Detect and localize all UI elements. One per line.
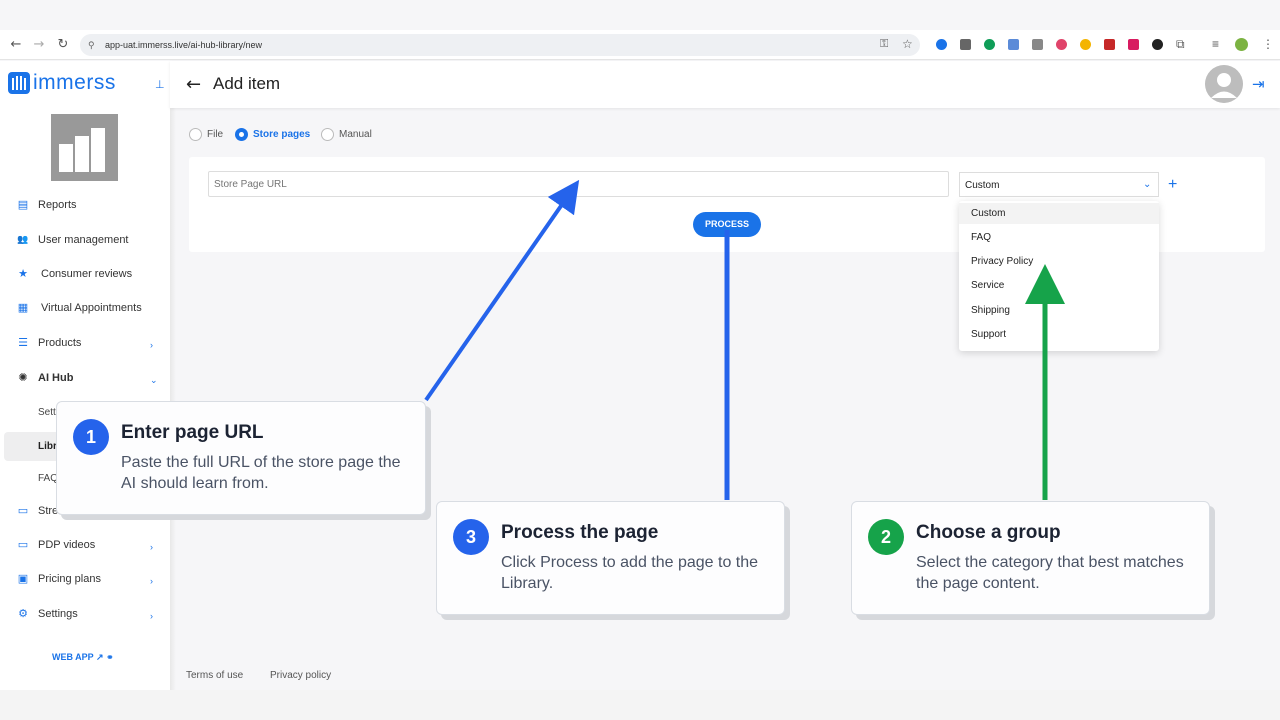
- arrow-to-url-input: [424, 179, 580, 402]
- callout-body: Click Process to add the page to the Lib…: [501, 554, 759, 592]
- callout-body: Select the category that best matches th…: [916, 554, 1184, 592]
- callout-badge: 3: [453, 519, 489, 555]
- callout-title: Enter page URL: [121, 422, 264, 443]
- callout-title: Choose a group: [916, 522, 1061, 543]
- callout-title: Process the page: [501, 522, 659, 543]
- callout-body: Paste the full URL of the store page the…: [121, 454, 401, 492]
- callout-badge: 1: [73, 419, 109, 455]
- callout-badge: 2: [868, 519, 904, 555]
